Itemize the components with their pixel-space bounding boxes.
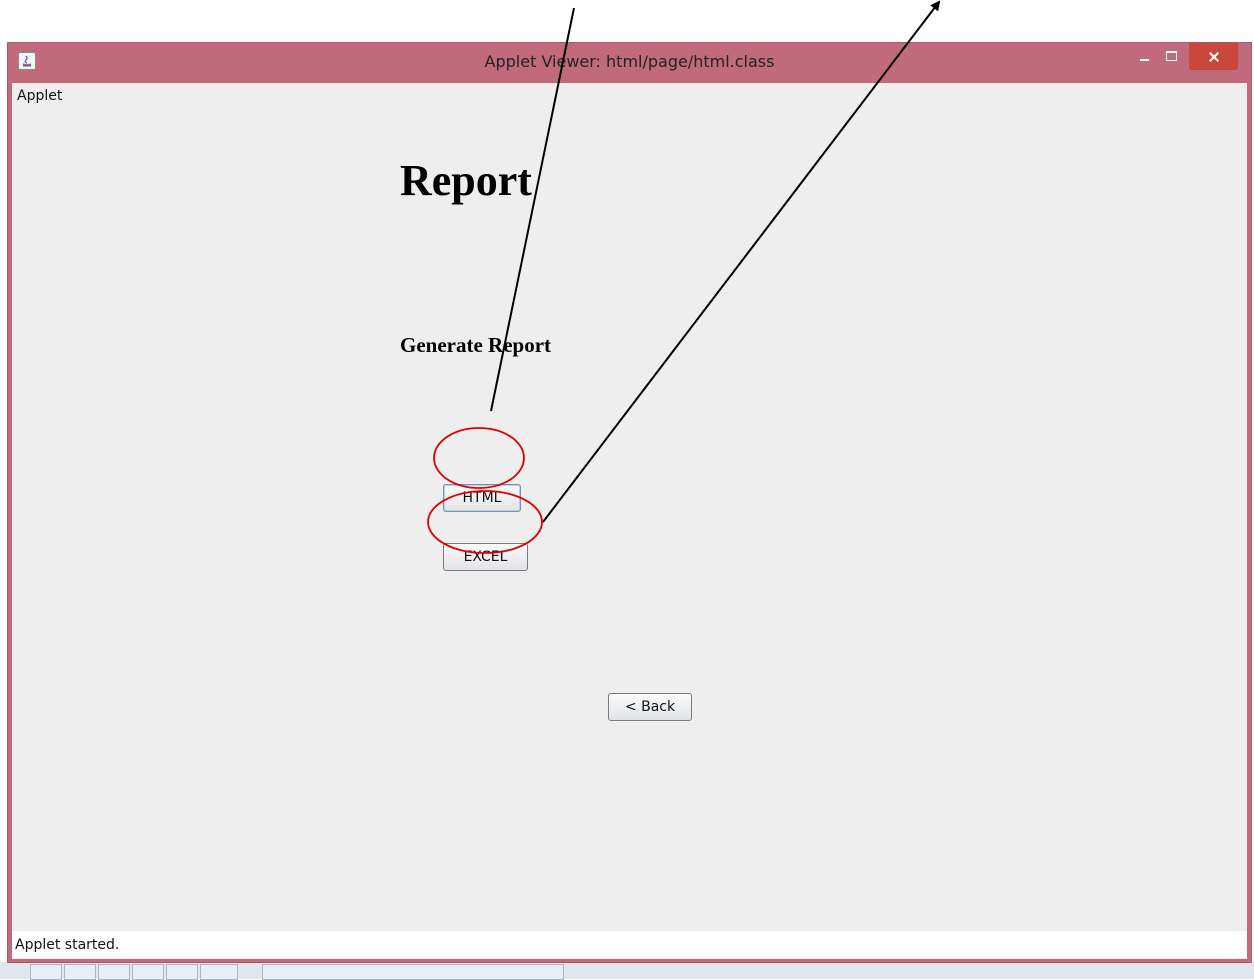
status-bar: Applet started. <box>12 931 1247 958</box>
page-title: Report <box>400 156 532 205</box>
taskbar-button[interactable] <box>30 964 62 980</box>
section-heading: Generate Report <box>400 333 552 357</box>
taskbar-button[interactable] <box>98 964 130 980</box>
taskbar-button[interactable] <box>166 964 198 980</box>
close-icon[interactable] <box>1189 43 1238 70</box>
taskbar-button[interactable] <box>132 964 164 980</box>
status-text: Applet started. <box>15 937 120 953</box>
taskbar-strip <box>0 962 1254 980</box>
taskbar-button[interactable] <box>200 964 238 980</box>
minimize-icon[interactable] <box>1132 43 1158 70</box>
taskbar-button[interactable] <box>262 964 564 980</box>
applet-area: Applet Report Generate Report HTML EXCEL… <box>12 83 1247 959</box>
back-button[interactable]: < Back <box>608 693 692 721</box>
excel-button[interactable]: EXCEL <box>443 543 528 571</box>
menu-applet[interactable]: Applet <box>17 88 62 104</box>
title-bar[interactable]: Applet Viewer: html/page/html.class <box>8 43 1251 83</box>
maximize-icon[interactable] <box>1158 43 1184 70</box>
window-title: Applet Viewer: html/page/html.class <box>484 52 775 71</box>
taskbar-button[interactable] <box>64 964 96 980</box>
applet-viewer-window: Applet Viewer: html/page/html.class Appl… <box>7 42 1252 963</box>
menu-bar: Applet <box>12 83 1247 110</box>
html-button[interactable]: HTML <box>443 484 521 512</box>
